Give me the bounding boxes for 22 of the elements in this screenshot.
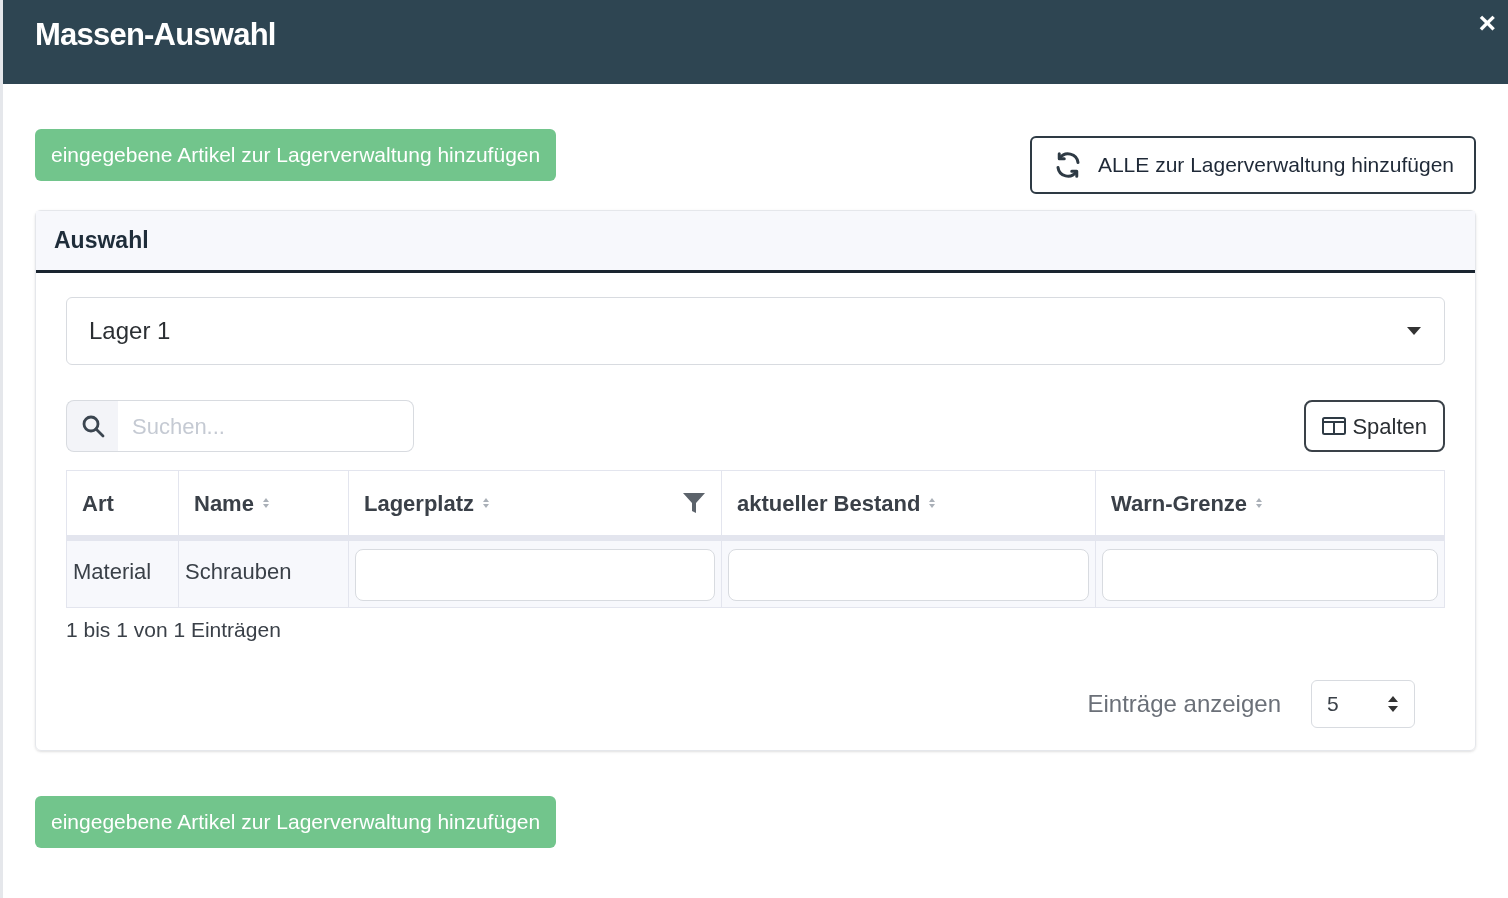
table-cell-text: Material (73, 558, 152, 586)
page-size-label: Einträge anzeigen (1087, 688, 1281, 719)
sort-icon (928, 497, 937, 509)
close-button[interactable]: × (1478, 8, 1496, 38)
caret-icon (1406, 326, 1422, 336)
add-all-button[interactable]: ALLE zur Lagerverwaltung hinzufügen (1029, 136, 1476, 194)
filter-icon[interactable] (682, 491, 706, 515)
columns-button[interactable]: Spalten (1304, 400, 1445, 452)
dialog-title: Massen-Auswahl (35, 16, 276, 54)
input-field[interactable] (1102, 549, 1438, 601)
panel-title: Auswahl (54, 226, 149, 256)
storage-select[interactable]: Lager 1 (66, 297, 1445, 365)
sort-icon (1255, 497, 1264, 509)
select-value: Lager 1 (89, 316, 171, 346)
columns-icon (1322, 416, 1347, 436)
sort-icon (261, 497, 270, 509)
entries-summary: 1 bis 1 von 1 Einträgen (66, 617, 282, 643)
sort-icon (482, 497, 491, 509)
table-cell-text: Schrauben (185, 558, 292, 586)
input-field[interactable] (355, 549, 715, 601)
input-field[interactable] (728, 549, 1089, 601)
page-size-select[interactable]: 5 (1311, 679, 1415, 728)
